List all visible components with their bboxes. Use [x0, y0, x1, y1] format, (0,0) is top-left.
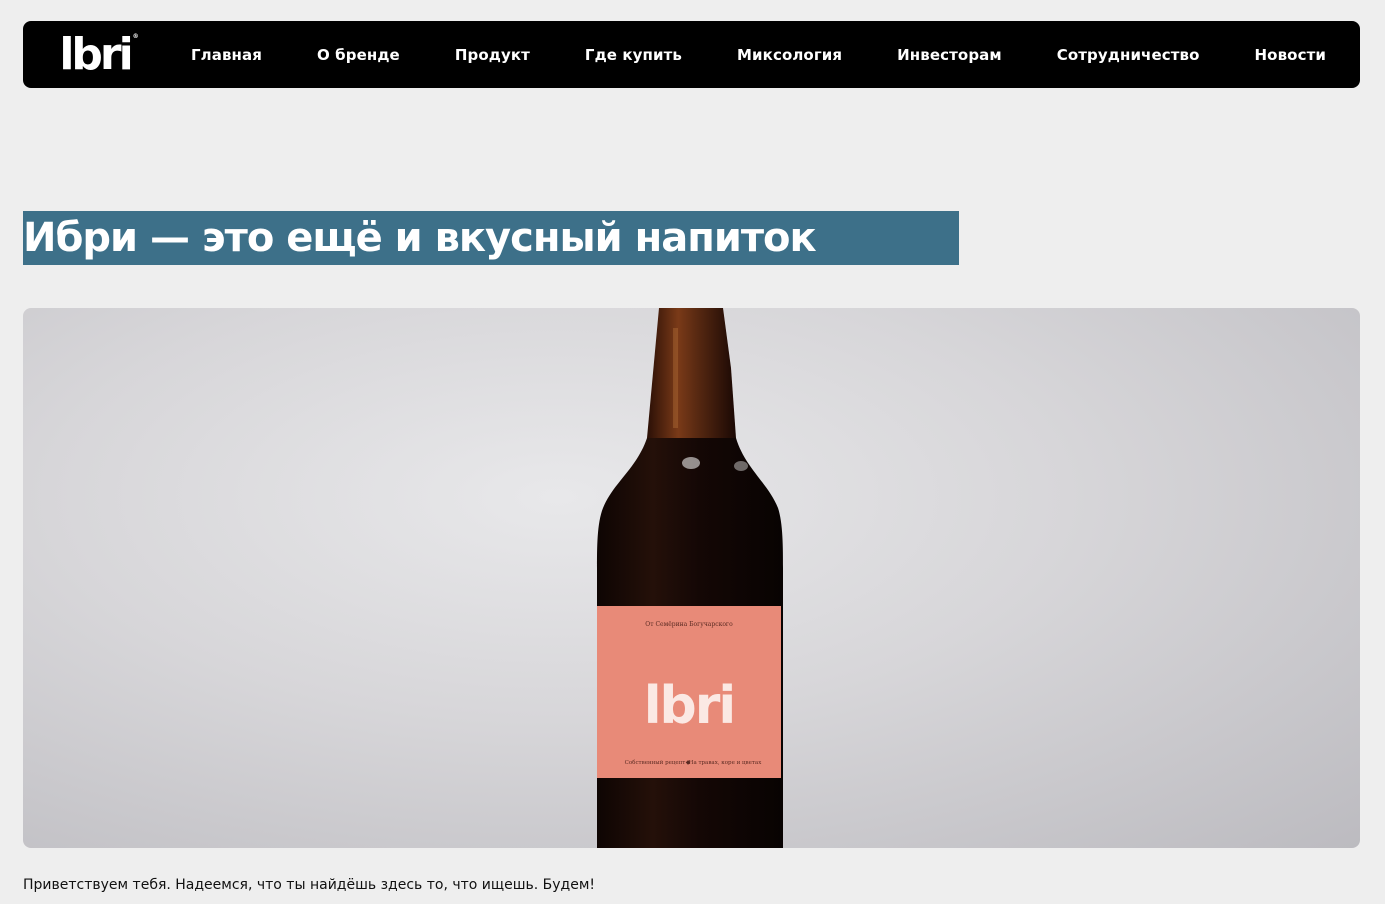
brand-logo[interactable]: lbri ®: [23, 28, 169, 80]
brand-logo-text: lbri: [59, 28, 133, 80]
nav-item-about-brand[interactable]: О бренде: [317, 46, 400, 64]
nav-item-news[interactable]: Новости: [1255, 46, 1326, 64]
nav-item-where-to-buy[interactable]: Где купить: [585, 46, 682, 64]
top-navbar: lbri ® Главная О бренде Продукт Где купит…: [23, 21, 1360, 88]
nav-item-cooperation[interactable]: Сотрудничество: [1057, 46, 1200, 64]
label-top-text: От Семёрина Богучарского: [645, 621, 733, 628]
nav-item-mixology[interactable]: Миксология: [737, 46, 842, 64]
bottle-neck: [647, 308, 736, 438]
hero-title-banner: Ибри — это ещё и вкусный напиток: [23, 211, 959, 265]
registered-mark: ®: [132, 32, 139, 40]
nav-item-investors[interactable]: Инвесторам: [897, 46, 1002, 64]
label-bottom-left-text: Собственный рецепт: [625, 759, 686, 766]
hero-title: Ибри — это ещё и вкусный напиток: [23, 215, 817, 261]
label-bottom-right-text: На травах, коре и цветах: [689, 760, 763, 766]
bottle-illustration: От Семёрина Богучарского lbri Собственны…: [597, 308, 783, 848]
main-nav: Главная О бренде Продукт Где купить Микс…: [169, 46, 1360, 64]
nav-item-product[interactable]: Продукт: [455, 46, 530, 64]
label-brand-text: lbri: [644, 676, 735, 736]
product-photo: От Семёрина Богучарского lbri Собственны…: [23, 308, 1360, 848]
intro-text: Приветствуем тебя. Надеемся, что ты найд…: [23, 877, 596, 893]
nav-item-home[interactable]: Главная: [191, 46, 262, 64]
